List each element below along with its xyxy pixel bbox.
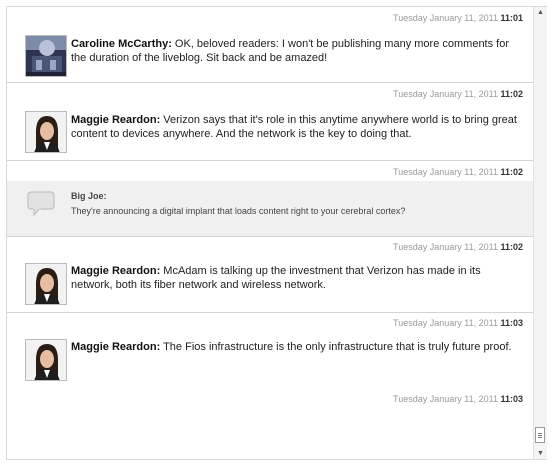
comment-text: Maggie Reardon: McAdam is talking up the… xyxy=(71,265,481,291)
liveblog-panel: Tuesday January 11, 2011 11:01 Caroline … xyxy=(6,6,547,460)
timestamp: Tuesday January 11, 2011 11:02 xyxy=(393,89,523,99)
scroll-up-arrow-icon[interactable]: ▲ xyxy=(537,9,544,16)
list-item: Tuesday January 11, 2011 11:02 Big Joe: … xyxy=(7,161,539,237)
caroline-avatar xyxy=(25,35,67,77)
list-item: Tuesday January 11, 2011 11:01 Caroline … xyxy=(7,7,539,83)
liveblog-feed: Tuesday January 11, 2011 11:01 Caroline … xyxy=(7,7,539,451)
timestamp: Tuesday January 11, 2011 11:03 xyxy=(393,394,523,404)
comment-text: Maggie Reardon: The Fios infrastructure … xyxy=(71,341,512,353)
timestamp: Tuesday January 11, 2011 11:01 xyxy=(393,13,523,23)
comment-text: Caroline McCarthy: OK, beloved readers: … xyxy=(71,38,510,64)
maggie-avatar xyxy=(25,263,67,305)
maggie-avatar xyxy=(25,339,67,381)
scrollbar[interactable]: ▲ ▼ xyxy=(533,7,547,459)
scrollbar-thumb[interactable] xyxy=(535,427,545,443)
list-item: Tuesday January 11, 2011 11:03 xyxy=(7,389,539,451)
maggie-avatar xyxy=(25,111,67,153)
list-item: Tuesday January 11, 2011 11:02 Maggie Re… xyxy=(7,237,539,313)
comment-text: They're announcing a digital implant tha… xyxy=(71,206,406,216)
timestamp: Tuesday January 11, 2011 11:02 xyxy=(393,242,523,252)
list-item: Tuesday January 11, 2011 11:02 Maggie Re… xyxy=(7,83,539,161)
speech-bubble-icon xyxy=(27,191,55,217)
comment-text: Maggie Reardon: Verizon says that it's r… xyxy=(71,114,517,140)
reader-name: Big Joe: xyxy=(71,191,107,201)
scroll-down-arrow-icon[interactable]: ▼ xyxy=(537,450,544,457)
timestamp: Tuesday January 11, 2011 11:03 xyxy=(393,318,523,328)
list-item: Tuesday January 11, 2011 11:03 Maggie Re… xyxy=(7,313,539,389)
timestamp: Tuesday January 11, 2011 11:02 xyxy=(7,161,539,181)
